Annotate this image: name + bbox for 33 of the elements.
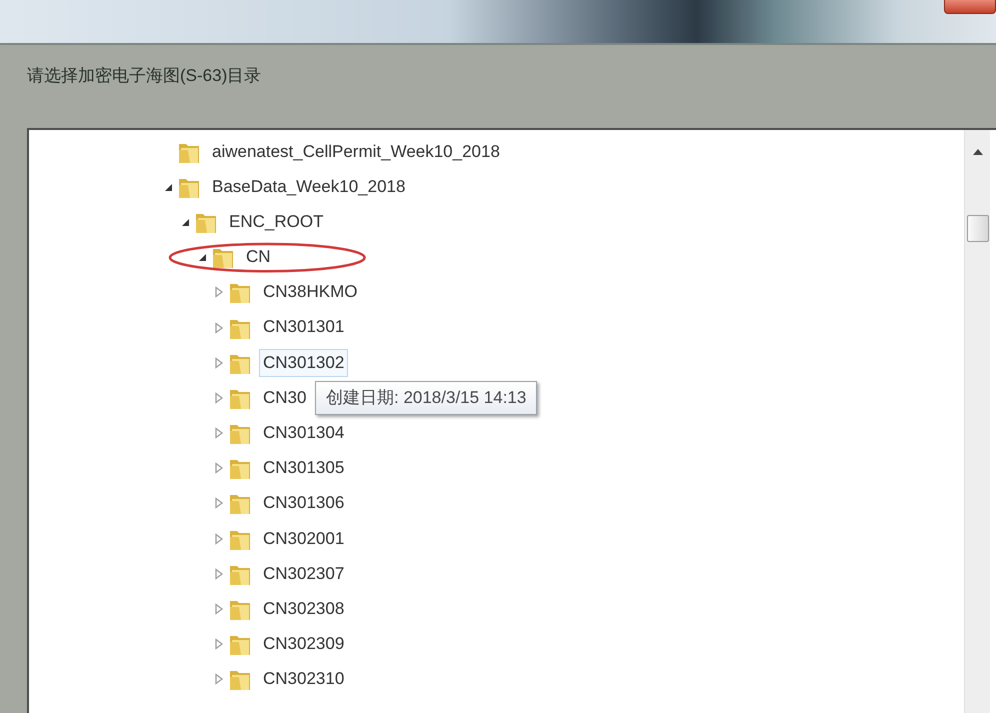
folder-item[interactable]: BaseData_Week10_2018 [208, 172, 410, 201]
folder-item[interactable]: CN302307 [259, 560, 348, 588]
tooltip: 创建日期: 2018/3/15 14:13 [315, 381, 538, 414]
collapsed-arrow-icon[interactable] [213, 322, 225, 334]
folder-item[interactable]: CN301302 [259, 348, 348, 377]
prompt-text: 请选择加密电子海图(S-63)目录 [27, 66, 262, 85]
collapsed-arrow-icon[interactable] [213, 356, 225, 369]
folder-item[interactable]: ENC_ROOT [225, 208, 328, 236]
folder-item[interactable]: CN301306 [259, 489, 348, 518]
folder-item[interactable]: CN301304 [259, 419, 348, 448]
folder-item[interactable]: CN301305 [259, 454, 348, 482]
close-button[interactable] [944, 0, 996, 14]
folder-item[interactable]: CN38HKMO [259, 278, 362, 306]
folder-item[interactable]: CN [242, 243, 275, 272]
scroll-up-icon[interactable] [973, 149, 983, 155]
collapsed-arrow-icon[interactable] [213, 427, 225, 440]
folder-item[interactable]: CN301301 [259, 313, 348, 342]
folder-item[interactable]: CN302310 [259, 665, 348, 694]
scroll-thumb[interactable] [967, 215, 989, 242]
folder-item[interactable]: CN302309 [259, 630, 348, 658]
folder-item[interactable]: aiwenatest_CellPermit_Week10_2018 [208, 138, 504, 166]
collapsed-arrow-icon[interactable] [213, 392, 225, 404]
collapsed-arrow-icon[interactable] [213, 568, 225, 580]
collapsed-arrow-icon[interactable] [213, 286, 225, 298]
collapsed-arrow-icon[interactable] [213, 603, 225, 616]
collapsed-arrow-icon[interactable] [213, 532, 225, 545]
collapsed-arrow-icon[interactable] [213, 673, 225, 686]
folder-item[interactable]: CN30 [259, 384, 310, 412]
collapsed-arrow-icon[interactable] [213, 497, 225, 510]
collapsed-arrow-icon[interactable] [213, 638, 225, 650]
folder-item[interactable]: CN302001 [259, 524, 348, 553]
folder-item[interactable]: CN302308 [259, 594, 348, 624]
collapsed-arrow-icon[interactable] [213, 462, 225, 474]
